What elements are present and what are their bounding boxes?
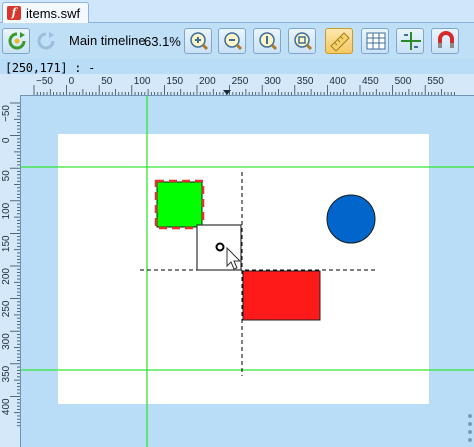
timeline-label: Main timeline: [69, 33, 146, 48]
grid-toggle-button[interactable]: [361, 28, 389, 54]
zoom-in-icon: [190, 32, 209, 51]
snap-toggle-button[interactable]: [431, 28, 459, 54]
guides-toggle-button[interactable]: [396, 28, 424, 54]
zoom-out-button[interactable]: [218, 28, 246, 54]
ruler-label: −50: [1, 105, 12, 122]
horizontal-ruler-ticks: −50 0 50 100 150 200 250 300 350 400 450 500 550: [33, 76, 455, 95]
ruler-label: 350: [297, 76, 314, 87]
refresh-icon: [8, 32, 26, 50]
ruler-label: 0: [69, 76, 75, 87]
snap-magnet-icon: [438, 31, 454, 48]
stage-overlay: [21, 96, 474, 447]
ruler-corner: [0, 74, 20, 95]
zoom-fit-button[interactable]: [288, 28, 316, 54]
ruler-label: 200: [199, 76, 216, 87]
refresh-disabled-icon: [37, 32, 55, 50]
ruler-label: 150: [1, 235, 12, 252]
cursor-coordinates: [250,171] : -: [5, 61, 96, 75]
ruler-label: 250: [232, 76, 249, 87]
ruler-label: 300: [1, 333, 12, 350]
ruler-toggle-button[interactable]: [325, 28, 353, 54]
ruler-label: 100: [134, 76, 151, 87]
green-square-shape[interactable]: [156, 181, 203, 228]
ruler-label: 450: [362, 76, 379, 87]
ruler-icon: [330, 32, 350, 51]
ruler-label: 150: [166, 76, 183, 87]
ruler-label: 500: [395, 76, 412, 87]
ruler-label: 50: [101, 76, 113, 87]
blue-circle-shape[interactable]: [326, 194, 376, 244]
document-tab[interactable]: f items.swf: [2, 2, 90, 23]
ruler-label: 0: [1, 137, 12, 143]
panel-resize-handle[interactable]: [468, 414, 472, 446]
ruler-label: 400: [329, 76, 346, 87]
document-tab-bar: f items.swf: [0, 0, 474, 23]
refresh-disabled-button[interactable]: [31, 28, 59, 54]
document-tab-title: items.swf: [26, 5, 81, 21]
canvas-area[interactable]: [21, 96, 474, 447]
ruler-label: 250: [1, 300, 12, 317]
ruler-label: 50: [1, 170, 12, 182]
ruler-label: 300: [264, 76, 281, 87]
refresh-button[interactable]: [2, 28, 30, 54]
pivot-point[interactable]: [215, 242, 225, 252]
ruler-label: 200: [1, 268, 12, 285]
flash-file-icon: f: [7, 6, 21, 20]
ruler-label: 350: [1, 365, 12, 382]
horizontal-ruler[interactable]: −50 0 50 100 150 200 250 300 350 400 450 500 550: [20, 74, 474, 96]
zoom-actual-icon: [259, 32, 278, 51]
ruler-label: 550: [427, 76, 444, 87]
ruler-label: −50: [36, 76, 53, 87]
red-rectangle-shape[interactable]: [242, 270, 321, 321]
zoom-fit-icon: [294, 32, 313, 51]
zoom-in-button[interactable]: [184, 28, 212, 54]
guides-icon: [401, 32, 421, 50]
zoom-level: 63.1%: [144, 34, 181, 49]
zoom-actual-button[interactable]: [253, 28, 281, 54]
ruler-label: 100: [1, 202, 12, 219]
ruler-label: 400: [1, 398, 12, 415]
toolbar: Main timeline 63.1%: [0, 23, 474, 59]
vertical-ruler-ticks: −50 0 50 100 150 200 250 300 350 400: [1, 102, 20, 427]
vertical-ruler[interactable]: −50 0 50 100 150 200 250 300 350 400: [0, 95, 21, 447]
zoom-out-icon: [224, 32, 243, 51]
grid-icon: [366, 32, 386, 50]
